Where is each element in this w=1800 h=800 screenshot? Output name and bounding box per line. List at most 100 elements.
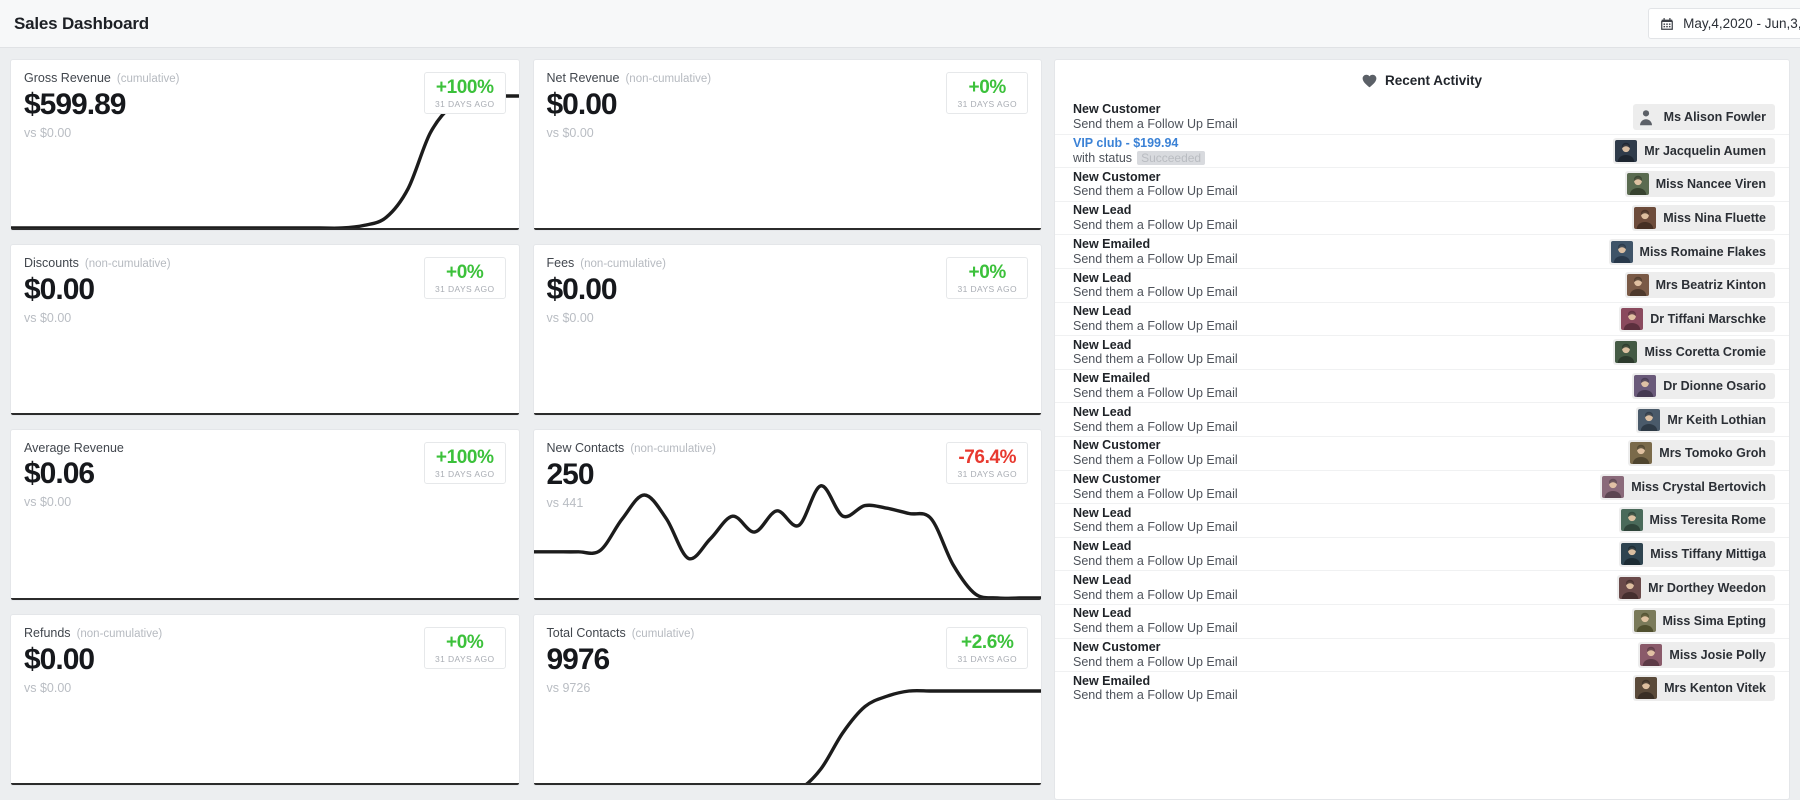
kpi-title: Fees [547, 257, 575, 270]
activity-label: New Lead [1073, 405, 1238, 420]
activity-label[interactable]: VIP club - $199.94 [1073, 136, 1205, 151]
activity-row[interactable]: New Lead Send them a Follow Up Email Mrs… [1055, 268, 1789, 302]
activity-row[interactable]: New Lead Send them a Follow Up Email Mis… [1055, 537, 1789, 571]
activity-text: New Customer Send them a Follow Up Email [1073, 472, 1238, 502]
activity-person-pill[interactable]: Miss Teresita Rome [1619, 507, 1775, 533]
activity-person-pill[interactable]: Mrs Tomoko Groh [1628, 440, 1775, 466]
activity-subtext: Send them a Follow Up Email [1073, 453, 1238, 468]
activity-person-pill[interactable]: Mr Dorthey Weedon [1617, 575, 1775, 601]
activity-label: New Customer [1073, 102, 1238, 117]
activity-row[interactable]: New Lead Send them a Follow Up Email Mis… [1055, 335, 1789, 369]
activity-row[interactable]: New Lead Send them a Follow Up Email Mis… [1055, 604, 1789, 638]
kpi-card[interactable]: Average Revenue $0.06 vs $0.00 +100% 31 … [10, 429, 520, 601]
activity-person-pill[interactable]: Ms Alison Fowler [1633, 104, 1775, 130]
activity-row[interactable]: New Emailed Send them a Follow Up Email … [1055, 234, 1789, 268]
kpi-card[interactable]: Refunds (non-cumulative) $0.00 vs $0.00 … [10, 614, 520, 786]
activity-label: New Customer [1073, 640, 1238, 655]
avatar [1635, 106, 1657, 128]
activity-person-pill[interactable]: Miss Sima Epting [1632, 608, 1776, 634]
activity-person-pill[interactable]: Miss Coretta Cromie [1613, 339, 1775, 365]
person-name: Dr Tiffani Marschke [1650, 312, 1766, 326]
activity-label: New Emailed [1073, 371, 1238, 386]
activity-person-pill[interactable]: Miss Romaine Flakes [1609, 239, 1775, 265]
activity-subtext: Send them a Follow Up Email [1073, 520, 1238, 535]
card-baseline [11, 413, 519, 415]
activity-row[interactable]: New Emailed Send them a Follow Up Email … [1055, 671, 1789, 705]
kpi-card[interactable]: New Contacts (non-cumulative) 250 vs 441… [533, 429, 1043, 601]
avatar [1615, 140, 1637, 162]
avatar [1634, 375, 1656, 397]
kpi-change-badge: +2.6% 31 DAYS AGO [946, 627, 1028, 669]
kpi-card[interactable]: Gross Revenue (cumulative) $599.89 vs $0… [10, 59, 520, 231]
kpi-card[interactable]: Net Revenue (non-cumulative) $0.00 vs $0… [533, 59, 1043, 231]
activity-row[interactable]: New Customer Send them a Follow Up Email… [1055, 638, 1789, 672]
activity-subtext: Send them a Follow Up Email [1073, 117, 1238, 132]
status-badge: Succeeded [1137, 151, 1205, 165]
kpi-change-badge: +100% 31 DAYS AGO [424, 72, 506, 114]
person-name: Miss Nancee Viren [1656, 177, 1766, 191]
kpi-change-percent: -76.4% [957, 448, 1017, 468]
person-name: Mrs Beatriz Kinton [1656, 278, 1766, 292]
activity-person-pill[interactable]: Miss Nancee Viren [1625, 171, 1775, 197]
date-range-value: May,4,2020 - Jun,3,202 [1683, 16, 1800, 31]
kpi-card[interactable]: Total Contacts (cumulative) 9976 vs 9726… [533, 614, 1043, 786]
kpi-change-period: 31 DAYS AGO [435, 284, 495, 294]
kpi-comparison: vs 441 [547, 496, 716, 510]
activity-row[interactable]: New Lead Send them a Follow Up Email Mr … [1055, 570, 1789, 604]
activity-row[interactable]: New Customer Send them a Follow Up Email… [1055, 470, 1789, 504]
activity-row[interactable]: New Customer Send them a Follow Up Email… [1055, 436, 1789, 470]
activity-text: New Lead Send them a Follow Up Email [1073, 271, 1238, 301]
activity-row[interactable]: New Lead Send them a Follow Up Email Mis… [1055, 201, 1789, 235]
activity-text: New Lead Send them a Follow Up Email [1073, 506, 1238, 536]
activity-subtext: Send them a Follow Up Email [1073, 352, 1238, 367]
recent-activity-title: Recent Activity [1385, 73, 1482, 88]
activity-row[interactable]: New Lead Send them a Follow Up Email Dr … [1055, 302, 1789, 336]
kpi-change-badge: -76.4% 31 DAYS AGO [946, 442, 1028, 484]
kpi-change-badge: +0% 31 DAYS AGO [946, 72, 1028, 114]
activity-row[interactable]: New Lead Send them a Follow Up Email Mr … [1055, 402, 1789, 436]
activity-person-pill[interactable]: Dr Dionne Osario [1632, 373, 1775, 399]
activity-person-pill[interactable]: Mrs Beatriz Kinton [1625, 272, 1775, 298]
kpi-title: New Contacts [547, 442, 625, 455]
date-range-picker[interactable]: May,4,2020 - Jun,3,202 [1648, 8, 1800, 39]
person-name: Miss Romaine Flakes [1640, 245, 1766, 259]
activity-person-pill[interactable]: Miss Tiffany Mittiga [1619, 541, 1775, 567]
activity-person-pill[interactable]: Miss Josie Polly [1638, 642, 1775, 668]
activity-row[interactable]: VIP club - $199.94 with status Succeeded… [1055, 134, 1789, 168]
card-baseline [11, 598, 519, 600]
activity-text: VIP club - $199.94 with status Succeeded [1073, 136, 1205, 166]
activity-text: New Customer Send them a Follow Up Email [1073, 640, 1238, 670]
recent-activity-panel: Recent Activity New Customer Send them a… [1054, 59, 1790, 800]
calendar-icon [1660, 17, 1674, 31]
activity-row[interactable]: New Customer Send them a Follow Up Email… [1055, 167, 1789, 201]
kpi-value: $0.00 [24, 274, 171, 306]
kpi-comparison: vs $0.00 [24, 681, 162, 695]
activity-label: New Customer [1073, 472, 1238, 487]
avatar [1634, 610, 1656, 632]
activity-text: New Customer Send them a Follow Up Email [1073, 102, 1238, 132]
activity-row[interactable]: New Customer Send them a Follow Up Email… [1055, 100, 1789, 134]
activity-row[interactable]: New Emailed Send them a Follow Up Email … [1055, 369, 1789, 403]
card-baseline [534, 413, 1042, 415]
activity-person-pill[interactable]: Mrs Kenton Vitek [1633, 675, 1775, 701]
top-bar: Sales Dashboard May,4,2020 - Jun,3,202 [0, 0, 1800, 48]
kpi-value: $0.00 [24, 644, 162, 676]
kpi-card[interactable]: Discounts (non-cumulative) $0.00 vs $0.0… [10, 244, 520, 416]
card-baseline [534, 783, 1042, 785]
avatar [1621, 308, 1643, 330]
activity-person-pill[interactable]: Miss Nina Fluette [1632, 205, 1775, 231]
activity-subtext: Send them a Follow Up Email [1073, 285, 1238, 300]
activity-person-pill[interactable]: Miss Crystal Bertovich [1600, 474, 1775, 500]
activity-subtext: Send them a Follow Up Email [1073, 252, 1238, 267]
activity-person-pill[interactable]: Mr Jacquelin Aumen [1613, 138, 1775, 164]
avatar [1621, 509, 1643, 531]
activity-person-pill[interactable]: Mr Keith Lothian [1636, 407, 1775, 433]
activity-subtext: Send them a Follow Up Email [1073, 319, 1238, 334]
activity-person-pill[interactable]: Dr Tiffani Marschke [1619, 306, 1775, 332]
person-name: Mrs Kenton Vitek [1664, 681, 1766, 695]
kpi-title: Total Contacts [547, 627, 626, 640]
kpi-card[interactable]: Fees (non-cumulative) $0.00 vs $0.00 +0%… [533, 244, 1043, 416]
activity-row[interactable]: New Lead Send them a Follow Up Email Mis… [1055, 503, 1789, 537]
kpi-value: 250 [547, 459, 716, 491]
activity-label: New Customer [1073, 438, 1238, 453]
